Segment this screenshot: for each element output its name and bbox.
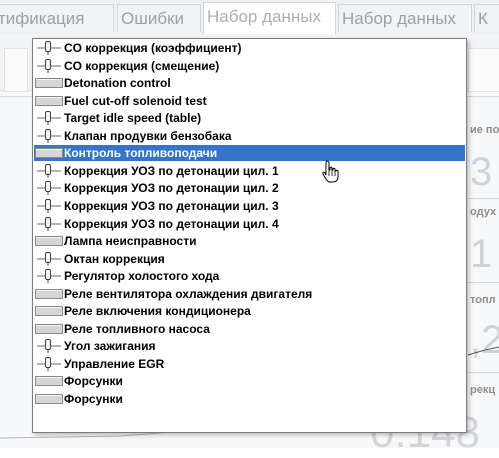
valve-icon [34,180,64,196]
dropdown-item[interactable]: Fuel cut-off solenoid test [34,93,465,109]
dropdown-item[interactable]: CO коррекция (смещение) [34,58,465,74]
dropdown-item[interactable]: Detonation control [34,75,465,91]
dropdown-item-label: Управление EGR [64,356,165,371]
dropdown-item[interactable]: Лампа неисправности [34,233,465,249]
dropdown-item[interactable]: Управление EGR [34,356,465,372]
dropdown-item-label: Fuel cut-off solenoid test [64,93,207,108]
dropdown-item-label: Target idle speed (table) [64,111,202,126]
dropdown-item[interactable]: Коррекция УОЗ по детонации цил. 2 [34,180,465,196]
toggle-icon [34,233,64,249]
toggle-icon [34,286,64,302]
dropdown-item-label: Клапан продувки бензобака [64,128,232,143]
dropdown-item[interactable]: Контроль топливоподачи [34,145,465,162]
dropdown-item-label: Коррекция УОЗ по детонации цил. 2 [64,181,279,196]
dropdown-item-label: Угол зажигания [64,339,156,354]
toggle-icon [34,391,64,407]
dropdown-item-label: Detonation control [64,76,171,91]
dropdown-item-label: Коррекция УОЗ по детонации цил. 1 [64,163,279,178]
toggle-icon [34,145,64,161]
dropdown-item-label: Форсунки [64,374,123,389]
hand-cursor-icon [322,160,339,183]
dropdown-item[interactable]: Реле вентилятора охлаждения двигателя [34,286,465,302]
dropdown-item[interactable]: Коррекция УОЗ по детонации цил. 1 [34,163,465,179]
dropdown-item[interactable]: Клапан продувки бензобака [34,128,465,144]
valve-icon [34,216,64,232]
valve-icon [34,128,64,144]
dataset-dropdown-list[interactable]: CO коррекция (коэффициент) CO коррекция (… [32,38,467,433]
dropdown-item[interactable]: Форсунки [34,373,465,389]
valve-icon [34,268,64,284]
dropdown-item-label: Коррекция УОЗ по детонации цил. 4 [64,216,279,231]
dropdown-item[interactable]: Форсунки [34,391,465,407]
toggle-icon [34,303,64,319]
dropdown-item-label: Реле включения кондиционера [64,304,251,319]
dropdown-item[interactable]: Октан коррекция [34,251,465,267]
dropdown-item[interactable]: Target idle speed (table) [34,110,465,126]
valve-icon [34,163,64,179]
dropdown-item[interactable]: Реле топливного насоса [34,321,465,337]
toggle-icon [34,93,64,109]
dropdown-item-label: Октан коррекция [64,251,165,266]
dropdown-item[interactable]: Регулятор холостого хода [34,268,465,284]
dropdown-item-label: CO коррекция (смещение) [64,58,220,73]
dropdown-item-label: CO коррекция (коэффициент) [64,41,242,55]
toggle-icon [34,75,64,91]
valve-icon [34,58,64,74]
valve-icon [34,356,64,372]
valve-icon [34,40,64,56]
dropdown-item-label: Форсунки [64,392,123,406]
dropdown-item[interactable]: Коррекция УОЗ по детонации цил. 4 [34,216,465,232]
dropdown-item-label: Регулятор холостого хода [64,269,220,284]
dropdown-item[interactable]: Коррекция УОЗ по детонации цил. 3 [34,198,465,214]
toggle-icon [34,373,64,389]
valve-icon [34,110,64,126]
dropdown-item-label: Реле вентилятора охлаждения двигателя [64,286,313,301]
dropdown-item[interactable]: Реле включения кондиционера [34,303,465,319]
valve-icon [34,338,64,354]
dropdown-item-label: Контроль топливоподачи [64,146,218,161]
dropdown-item-label: Лампа неисправности [64,234,197,249]
toggle-icon [34,321,64,337]
valve-icon [34,198,64,214]
dropdown-item-label: Реле топливного насоса [64,321,210,336]
valve-icon [34,251,64,267]
dropdown-item-label: Коррекция УОЗ по детонации цил. 3 [64,198,279,213]
dropdown-item[interactable]: CO коррекция (коэффициент) [34,40,465,56]
dropdown-item[interactable]: Угол зажигания [34,338,465,354]
